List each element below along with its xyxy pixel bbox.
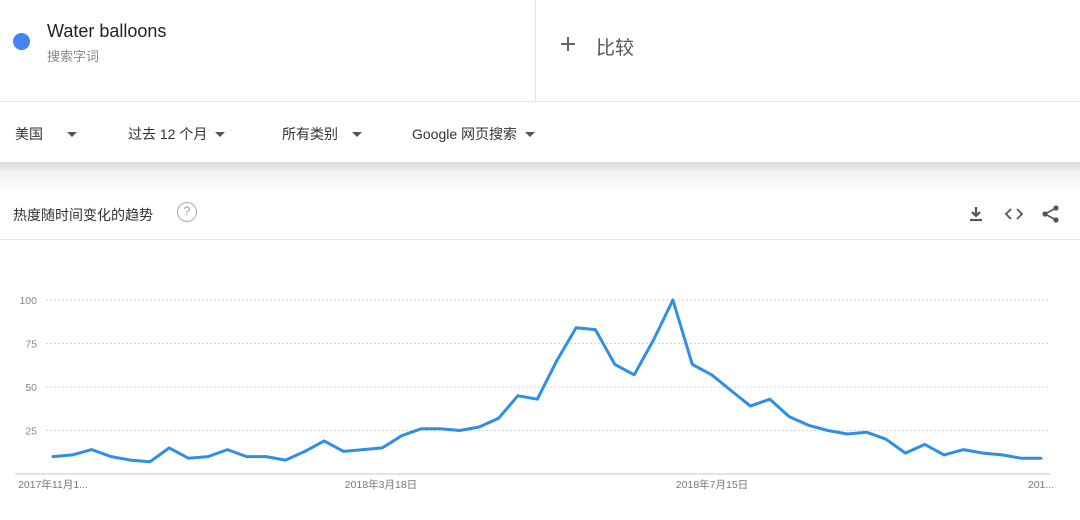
x-tick-label: 2018年7月15日 — [676, 478, 748, 491]
compare-label: 比较 — [596, 38, 635, 59]
search-terms-bar: Water balloons 搜索字词 比较 — [0, 0, 1080, 102]
google-trends-page: Water balloons 搜索字词 比较 美国 过去 12 个月 所有类别 — [0, 0, 1080, 520]
chevron-down-icon — [215, 131, 226, 137]
chevron-down-icon — [67, 131, 77, 137]
period-label: 过去 12 个月 — [128, 126, 208, 142]
term-name[interactable]: Water balloons — [47, 21, 166, 42]
x-tick-label: 2018年3月18日 — [345, 478, 417, 491]
y-tick-label: 25 — [25, 426, 37, 438]
y-tick-label: 50 — [25, 382, 37, 394]
category-dropdown[interactable]: 所有类别 — [282, 124, 362, 144]
section-separator — [0, 162, 1080, 188]
source-label: Google 网页搜索 — [412, 126, 518, 142]
series-line — [51, 298, 1043, 464]
region-label: 美国 — [15, 126, 43, 142]
chevron-down-icon — [525, 131, 536, 137]
period-dropdown[interactable]: 过去 12 个月 — [128, 124, 226, 144]
x-tick-label: 201... — [1028, 479, 1054, 491]
chevron-down-icon — [352, 131, 362, 137]
term-color-dot — [13, 33, 30, 50]
compare-button[interactable]: 比较 — [536, 0, 1080, 102]
category-label: 所有类别 — [282, 126, 338, 142]
y-tick-label: 100 — [19, 295, 37, 307]
trend-line-chart: 25 50 75 100 2017年11月1... 2018年3月18日 2018年7月15… — [15, 295, 1054, 491]
x-tick-label: 2017年11月1... — [18, 478, 88, 491]
term-card[interactable]: Water balloons 搜索字词 — [0, 0, 536, 102]
interest-over-time-card: 热度随时间变化的趋势 ? 25 50 75 100 2017年11月1... 2018年3… — [0, 188, 1080, 520]
source-dropdown[interactable]: Google 网页搜索 — [412, 124, 536, 144]
plus-icon — [560, 30, 576, 65]
y-tick-label: 75 — [25, 339, 37, 351]
term-type-label: 搜索字词 — [47, 49, 100, 64]
filter-bar: 美国 过去 12 个月 所有类别 Google 网页搜索 — [0, 102, 1080, 162]
region-dropdown[interactable]: 美国 — [15, 124, 77, 144]
